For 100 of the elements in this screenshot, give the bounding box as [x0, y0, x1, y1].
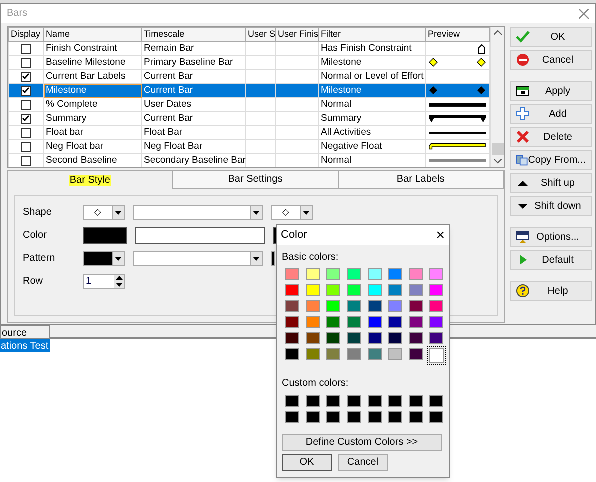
color-swatch[interactable] — [285, 348, 299, 360]
scroll-thumb[interactable] — [492, 143, 504, 155]
color-swatch[interactable] — [368, 284, 382, 296]
color-swatch[interactable] — [429, 316, 444, 328]
row-spinbox[interactable]: 1 — [83, 274, 125, 289]
color-swatch[interactable] — [285, 411, 299, 423]
color-swatch[interactable] — [388, 316, 402, 328]
color-swatch[interactable] — [388, 348, 402, 360]
color-swatch[interactable] — [306, 348, 320, 360]
color-swatch[interactable] — [408, 316, 423, 328]
color-swatch[interactable] — [346, 268, 361, 280]
color-swatch[interactable] — [346, 332, 361, 344]
color-swatch[interactable] — [408, 411, 423, 423]
checkbox[interactable] — [21, 114, 31, 124]
ok-button[interactable]: OK — [282, 454, 332, 471]
dialog-button[interactable]: Help — [510, 281, 592, 301]
checkbox[interactable] — [21, 142, 31, 152]
dialog-button[interactable]: Copy From... — [510, 150, 592, 170]
color-swatch[interactable] — [368, 411, 382, 423]
color-swatch[interactable] — [285, 284, 299, 296]
dialog-button[interactable]: Cancel — [510, 50, 592, 70]
dialog-button[interactable]: Shift down — [510, 196, 592, 216]
checkbox[interactable] — [21, 44, 31, 54]
color-swatch[interactable] — [408, 348, 423, 360]
color-swatch[interactable] — [306, 284, 320, 296]
dropdown-arrow-icon[interactable] — [115, 210, 122, 214]
color-button[interactable] — [83, 227, 127, 244]
cancel-button[interactable]: Cancel — [338, 454, 388, 471]
close-icon[interactable]: × — [436, 228, 445, 242]
color-swatch[interactable] — [346, 395, 361, 407]
shape-dropdown[interactable]: ◇ — [83, 205, 125, 220]
color-swatch[interactable] — [429, 395, 444, 407]
color-swatch[interactable] — [326, 300, 340, 312]
color-swatch[interactable] — [326, 411, 340, 423]
color-swatch[interactable] — [306, 316, 320, 328]
column-header[interactable]: Filter — [321, 29, 341, 39]
color-swatch[interactable] — [326, 268, 340, 280]
dialog-button[interactable]: Delete — [510, 127, 592, 147]
color-swatch[interactable] — [306, 395, 320, 407]
color-swatch[interactable] — [346, 348, 361, 360]
color-swatch[interactable] — [408, 268, 423, 280]
color-swatch[interactable] — [408, 300, 423, 312]
checkbox[interactable] — [21, 100, 31, 110]
color-swatch[interactable] — [306, 332, 320, 344]
color-swatch[interactable] — [326, 332, 340, 344]
color-swatch[interactable] — [388, 332, 402, 344]
dropdown-arrow-icon[interactable] — [253, 210, 260, 214]
color-swatch[interactable] — [306, 268, 320, 280]
checkbox[interactable] — [21, 156, 31, 166]
color-swatch[interactable] — [429, 284, 444, 296]
color-swatch[interactable] — [306, 300, 320, 312]
color-swatch[interactable] — [368, 300, 382, 312]
pattern-dropdown[interactable] — [271, 251, 275, 266]
color-swatch[interactable] — [368, 395, 382, 407]
color-swatch[interactable] — [388, 300, 402, 312]
color-swatch[interactable] — [285, 268, 299, 280]
dialog-button[interactable]: Default — [510, 250, 592, 270]
color-swatch[interactable] — [306, 411, 320, 423]
color-swatch[interactable] — [285, 300, 299, 312]
tab[interactable]: Bar Labels — [338, 171, 504, 189]
color-swatch[interactable] — [346, 284, 361, 296]
shape-dropdown[interactable]: ◇ — [271, 205, 313, 220]
color-swatch[interactable] — [429, 348, 444, 363]
close-icon[interactable] — [579, 8, 589, 18]
color-swatch[interactable] — [326, 316, 340, 328]
color-button[interactable] — [135, 227, 265, 244]
color-swatch[interactable] — [388, 411, 402, 423]
color-swatch[interactable] — [388, 268, 402, 280]
checkbox[interactable] — [21, 58, 31, 68]
color-swatch[interactable] — [346, 300, 361, 312]
spin-arrows-icon[interactable] — [116, 276, 122, 287]
column-header[interactable]: Name — [46, 29, 70, 39]
dialog-button[interactable]: Options... — [510, 227, 592, 247]
checkbox[interactable] — [21, 86, 31, 96]
color-swatch[interactable] — [408, 395, 423, 407]
table-cell[interactable]: ations Test — [0, 339, 50, 352]
color-swatch[interactable] — [368, 268, 382, 280]
color-swatch[interactable] — [429, 411, 444, 423]
color-swatch[interactable] — [368, 348, 382, 360]
dropdown-arrow-icon[interactable] — [115, 256, 122, 260]
color-swatch[interactable] — [285, 316, 299, 328]
dialog-button[interactable]: Shift up — [510, 173, 592, 193]
color-swatch[interactable] — [429, 300, 444, 312]
scrollbar[interactable] — [490, 27, 504, 167]
scroll-up-icon[interactable] — [494, 30, 502, 35]
color-swatch[interactable] — [368, 316, 382, 328]
color-swatch[interactable] — [388, 395, 402, 407]
color-swatch[interactable] — [388, 284, 402, 296]
dialog-button[interactable]: Add — [510, 104, 592, 124]
color-swatch[interactable] — [408, 332, 423, 344]
scroll-down-icon[interactable] — [494, 159, 502, 164]
define-custom-colors-button[interactable]: Define Custom Colors >> — [282, 434, 442, 451]
color-swatch[interactable] — [285, 395, 299, 407]
checkbox[interactable] — [21, 128, 31, 138]
dialog-button[interactable]: Apply — [510, 81, 592, 101]
tab[interactable]: Bar Settings — [173, 171, 339, 189]
color-swatch[interactable] — [346, 316, 361, 328]
color-swatch[interactable] — [368, 332, 382, 344]
color-swatch[interactable] — [326, 395, 340, 407]
dialog-button[interactable]: OK — [510, 27, 592, 47]
